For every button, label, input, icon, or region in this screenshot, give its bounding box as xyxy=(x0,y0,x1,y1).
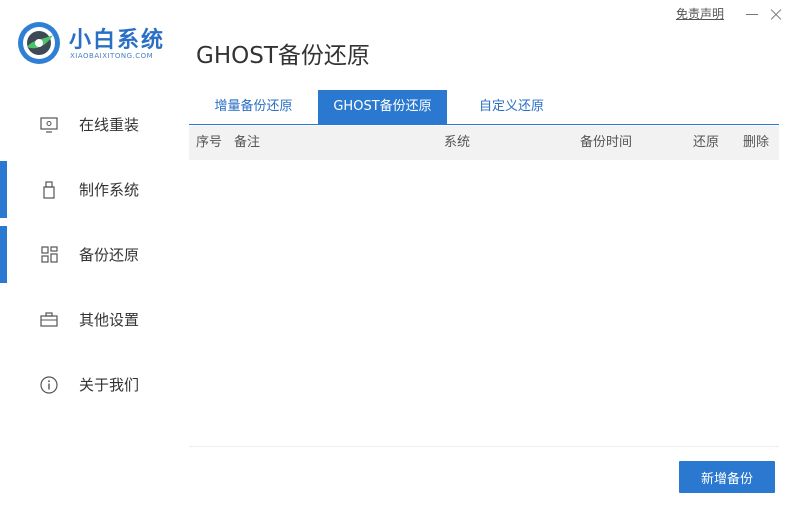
sidebar-item-label: 其他设置 xyxy=(79,311,140,329)
sidebar-item-label: 关于我们 xyxy=(79,376,140,394)
tab-ghost-backup[interactable]: GHOST备份还原 xyxy=(318,90,447,124)
tab-incremental-backup[interactable]: 增量备份还原 xyxy=(189,90,318,124)
table-body xyxy=(189,160,779,446)
sidebar-item-label: 备份还原 xyxy=(79,246,140,264)
tab-custom-restore[interactable]: 自定义还原 xyxy=(447,90,576,124)
logo-title: 小白系统 xyxy=(69,28,166,53)
logo-icon xyxy=(18,22,60,64)
sidebar-item-about-us[interactable]: 关于我们 xyxy=(0,356,175,413)
column-header-note: 备注 xyxy=(234,135,261,150)
column-header-backup-time: 备份时间 xyxy=(580,135,633,150)
briefcase-icon xyxy=(39,310,59,330)
sidebar-item-label: 制作系统 xyxy=(79,181,140,199)
window-controls: 免责声明 xyxy=(676,5,786,22)
column-header-index: 序号 xyxy=(196,135,223,150)
close-icon[interactable] xyxy=(766,6,786,22)
tab-bar: 增量备份还原 GHOST备份还原 自定义还原 xyxy=(189,90,779,125)
sidebar-item-backup-restore[interactable]: 备份还原 xyxy=(0,226,175,283)
column-header-restore: 还原 xyxy=(693,135,720,150)
page-title: GHOST备份还原 xyxy=(196,43,370,69)
monitor-icon xyxy=(39,115,59,135)
minimize-icon[interactable] xyxy=(742,6,762,22)
sidebar-item-label: 在线重装 xyxy=(79,116,140,134)
info-icon xyxy=(39,375,59,395)
add-backup-button[interactable]: 新增备份 xyxy=(679,461,775,493)
sidebar-item-other-settings[interactable]: 其他设置 xyxy=(0,291,175,348)
backup-table: 序号 备注 系统 备份时间 还原 删除 xyxy=(189,126,779,446)
grid-icon xyxy=(39,245,59,265)
table-header: 序号 备注 系统 备份时间 还原 删除 xyxy=(189,126,779,160)
sidebar-item-make-system[interactable]: 制作系统 xyxy=(0,161,175,218)
logo-subtitle: XIAOBAIXITONG.COM xyxy=(70,52,154,60)
column-header-delete: 删除 xyxy=(743,135,770,150)
sidebar-item-online-reinstall[interactable]: 在线重装 xyxy=(0,96,175,153)
divider xyxy=(189,446,779,447)
disclaimer-link[interactable]: 免责声明 xyxy=(676,5,724,22)
usb-drive-icon xyxy=(39,180,59,200)
column-header-system: 系统 xyxy=(444,135,471,150)
app-logo: 小白系统 XIAOBAIXITONG.COM xyxy=(17,20,182,68)
sidebar: 在线重装 制作系统 备份还原 其他设置 关于我们 xyxy=(0,96,175,421)
